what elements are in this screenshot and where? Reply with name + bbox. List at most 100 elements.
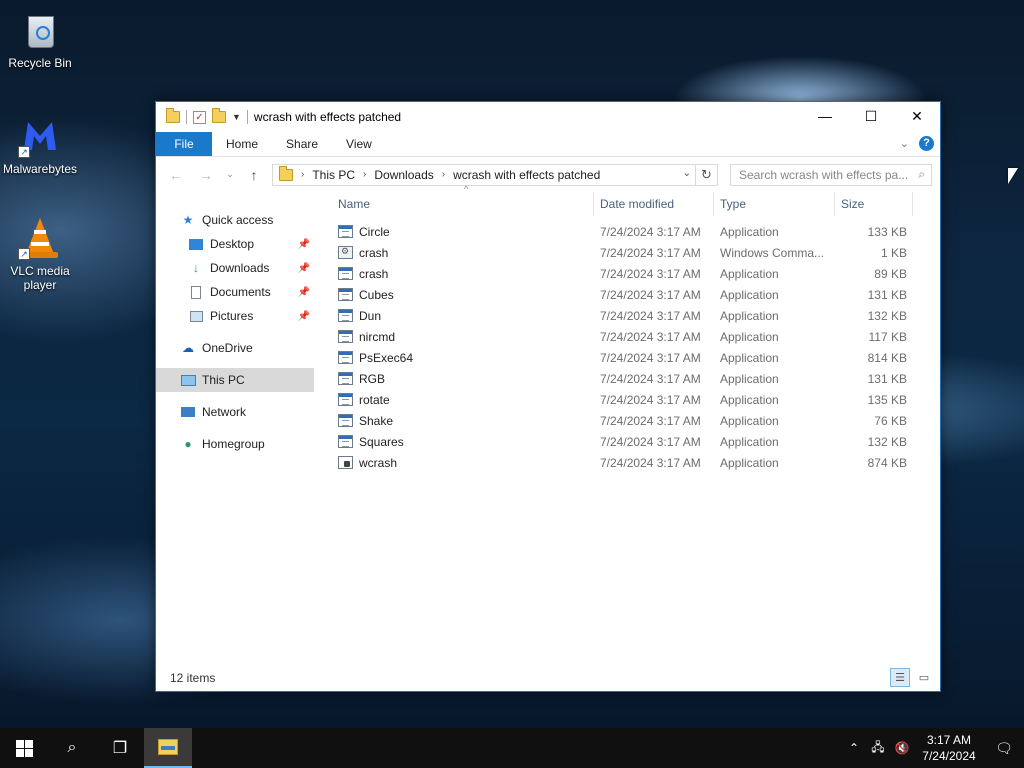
- application-icon: [338, 330, 353, 343]
- file-row[interactable]: nircmd 7/24/2024 3:17 AM Application 117 KB: [332, 326, 940, 347]
- tab-share[interactable]: Share: [272, 132, 332, 156]
- pin-icon[interactable]: 📌: [298, 239, 310, 250]
- file-type: Application: [720, 434, 779, 449]
- file-row[interactable]: crash 7/24/2024 3:17 AM Application 89 KB: [332, 263, 940, 284]
- mouse-cursor-icon: [1008, 168, 1018, 184]
- address-dropdown-icon[interactable]: ⌄: [683, 168, 691, 179]
- file-row[interactable]: Shake 7/24/2024 3:17 AM Application 76 KB: [332, 410, 940, 431]
- system-tray: ⌃ 🖧 🔇 3:17 AM 7/24/2024 🗨: [842, 728, 1024, 768]
- search-icon: ⌕: [67, 739, 77, 756]
- properties-icon[interactable]: ✓: [193, 110, 206, 124]
- chevron-up-icon[interactable]: ⌃: [842, 741, 866, 755]
- shortcut-arrow-icon: ↗: [18, 248, 30, 260]
- file-row[interactable]: wcrash 7/24/2024 3:17 AM Application 874 KB: [332, 452, 940, 473]
- address-bar-row: ← → ⌄ ↑ › This PC › Downloads › wcrash w…: [156, 156, 940, 192]
- volume-muted-icon[interactable]: 🔇: [890, 741, 914, 755]
- file-type: Application: [720, 287, 779, 302]
- file-row[interactable]: crash 7/24/2024 3:17 AM Windows Comma... 1 …: [332, 242, 940, 263]
- chevron-right-icon[interactable]: ›: [301, 169, 304, 180]
- file-size: 135 KB: [867, 392, 907, 407]
- application-icon: [338, 288, 353, 301]
- file-row[interactable]: RGB 7/24/2024 3:17 AM Application 131 KB: [332, 368, 940, 389]
- recent-locations-icon[interactable]: ⌄: [224, 169, 236, 180]
- search-button[interactable]: ⌕: [48, 728, 96, 768]
- help-icon[interactable]: ?: [919, 136, 934, 151]
- nav-network[interactable]: Network: [156, 400, 324, 424]
- picture-icon: [188, 309, 204, 323]
- chevron-right-icon[interactable]: ›: [442, 169, 445, 180]
- navigation-pane: ★ Quick access Desktop 📌 ↓ Downloads 📌 D…: [156, 192, 324, 665]
- chevron-right-icon[interactable]: ›: [363, 169, 366, 180]
- search-icon: ⌕: [918, 167, 925, 181]
- column-name[interactable]: Name: [332, 192, 594, 216]
- refresh-button[interactable]: ↻: [695, 164, 717, 185]
- breadcrumb-downloads[interactable]: Downloads: [374, 168, 433, 182]
- file-size: 132 KB: [867, 434, 907, 449]
- title-bar[interactable]: ✓ ▼ wcrash with effects patched — ☐ ✕: [156, 102, 940, 132]
- tab-home[interactable]: Home: [212, 132, 272, 156]
- file-row[interactable]: rotate 7/24/2024 3:17 AM Application 135 KB: [332, 389, 940, 410]
- back-button[interactable]: ←: [164, 167, 188, 183]
- clock-date: 7/24/2024: [922, 749, 976, 763]
- file-type: Application: [720, 350, 779, 365]
- search-placeholder: Search wcrash with effects pa...: [739, 167, 909, 182]
- new-folder-icon[interactable]: [212, 108, 226, 123]
- file-row[interactable]: Dun 7/24/2024 3:17 AM Application 132 KB: [332, 305, 940, 326]
- column-type[interactable]: Type: [714, 192, 835, 216]
- file-size: 131 KB: [867, 371, 907, 386]
- column-date-modified[interactable]: Date modified: [594, 192, 714, 216]
- clock[interactable]: 3:17 AM 7/24/2024: [914, 732, 984, 764]
- column-headers: ^ Name Date modified Type Size: [332, 184, 940, 216]
- column-size[interactable]: Size: [835, 192, 913, 216]
- network-status-icon[interactable]: 🖧: [866, 738, 890, 759]
- address-box[interactable]: › This PC › Downloads › wcrash with effe…: [272, 163, 718, 186]
- search-input[interactable]: Search wcrash with effects pa... ⌕: [730, 163, 932, 186]
- desktop-icon-recycle-bin[interactable]: Recycle Bin: [0, 8, 80, 70]
- taskbar-file-explorer[interactable]: [144, 728, 192, 768]
- nav-documents[interactable]: Documents 📌: [156, 280, 324, 304]
- tab-view[interactable]: View: [332, 132, 386, 156]
- maximize-button[interactable]: ☐: [848, 102, 894, 130]
- file-row[interactable]: Squares 7/24/2024 3:17 AM Application 132 K…: [332, 431, 940, 452]
- file-row[interactable]: PsExec64 7/24/2024 3:17 AM Application 814 …: [332, 347, 940, 368]
- pin-icon[interactable]: 📌: [298, 287, 310, 298]
- item-count: 12 items: [170, 671, 216, 685]
- file-row[interactable]: Circle 7/24/2024 3:17 AM Application 133 KB: [332, 221, 940, 242]
- action-center-icon[interactable]: 🗨: [984, 740, 1024, 757]
- application-icon: [338, 414, 353, 427]
- nav-downloads[interactable]: ↓ Downloads 📌: [156, 256, 324, 280]
- pin-icon[interactable]: 📌: [298, 263, 310, 274]
- file-date: 7/24/2024 3:17 AM: [600, 371, 701, 386]
- breadcrumb-current-folder[interactable]: wcrash with effects patched: [453, 168, 600, 182]
- file-date: 7/24/2024 3:17 AM: [600, 224, 701, 239]
- nav-this-pc[interactable]: This PC: [156, 368, 314, 392]
- up-button[interactable]: ↑: [242, 167, 266, 183]
- file-row[interactable]: Cubes 7/24/2024 3:17 AM Application 131 KB: [332, 284, 940, 305]
- details-view-button[interactable]: ☰: [890, 668, 910, 687]
- close-button[interactable]: ✕: [894, 102, 940, 130]
- minimize-button[interactable]: —: [802, 102, 848, 130]
- file-type: Application: [720, 392, 779, 407]
- nav-desktop[interactable]: Desktop 📌: [156, 232, 324, 256]
- status-bar: 12 items ☰ ▭: [156, 665, 940, 691]
- sort-ascending-icon: ^: [464, 184, 469, 194]
- vlc-cone-icon: ↗: [18, 216, 62, 260]
- file-date: 7/24/2024 3:17 AM: [600, 392, 701, 407]
- nav-onedrive[interactable]: ☁ OneDrive: [156, 336, 324, 360]
- start-button[interactable]: [0, 728, 48, 768]
- nav-pictures[interactable]: Pictures 📌: [156, 304, 324, 328]
- pin-icon[interactable]: 📌: [298, 311, 310, 322]
- application-icon: [338, 267, 353, 280]
- nav-homegroup[interactable]: ● Homegroup: [156, 432, 324, 456]
- task-view-button[interactable]: ❐: [96, 728, 144, 768]
- breadcrumb-this-pc[interactable]: This PC: [312, 168, 355, 182]
- nav-quick-access[interactable]: ★ Quick access: [156, 208, 324, 232]
- expand-ribbon-icon[interactable]: ⌄: [900, 137, 909, 150]
- large-icons-view-button[interactable]: ▭: [914, 668, 934, 687]
- desktop-icon: [188, 237, 204, 251]
- qat-dropdown-icon[interactable]: ▼: [232, 112, 241, 122]
- desktop-icon-malwarebytes[interactable]: ↗ Malwarebytes: [0, 114, 80, 176]
- tab-file[interactable]: File: [156, 132, 212, 156]
- forward-button[interactable]: →: [194, 167, 218, 183]
- desktop-icon-vlc[interactable]: ↗ VLC media player: [0, 216, 80, 292]
